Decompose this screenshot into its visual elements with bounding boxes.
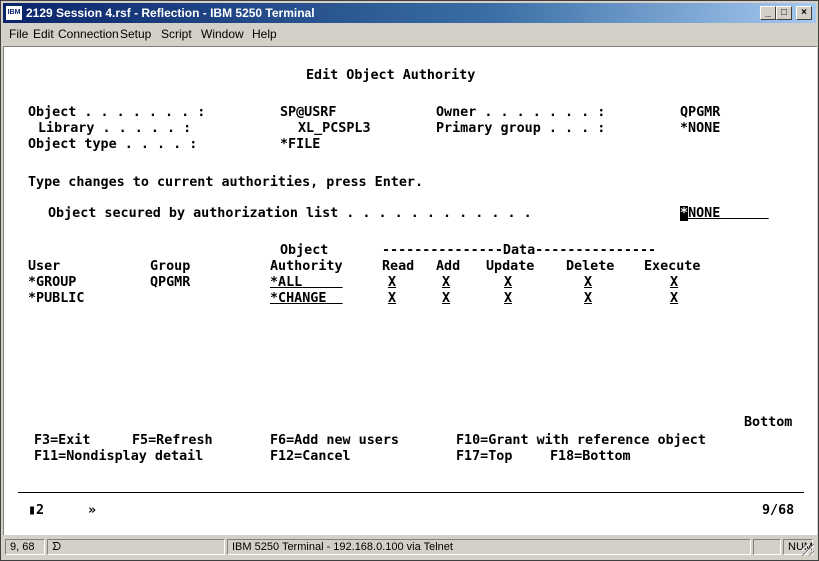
menu-help[interactable]: Help <box>252 27 277 41</box>
status-cursor-pos: 9, 68 <box>5 539 45 555</box>
maximize-button[interactable]: □ <box>776 6 792 20</box>
col-add: Add <box>436 259 461 274</box>
col-group: Group <box>150 259 191 274</box>
row1-group: QPGMR <box>150 275 191 290</box>
row1-read-field[interactable]: X <box>388 275 396 291</box>
row2-delete-field[interactable]: X <box>584 291 592 307</box>
row1-execute-field[interactable]: X <box>670 275 678 291</box>
oia-separator <box>18 492 804 493</box>
menu-setup[interactable]: Setup <box>120 27 151 41</box>
fkey-f12[interactable]: F12=Cancel <box>270 449 351 465</box>
menu-edit[interactable]: Edit <box>33 27 54 41</box>
col-delete: Delete <box>566 259 615 274</box>
fkey-f18[interactable]: F18=Bottom <box>550 449 631 465</box>
row1-user: *GROUP <box>28 275 77 290</box>
primary-group-value: *NONE <box>680 121 721 136</box>
terminal-screen[interactable]: Edit Object Authority Object . . . . . .… <box>3 46 817 535</box>
row1-delete-field[interactable]: X <box>584 275 592 291</box>
row1-update-field[interactable]: X <box>504 275 512 291</box>
col-read: Read <box>382 259 415 274</box>
close-button[interactable]: × <box>796 6 812 20</box>
fkey-f3[interactable]: F3=Exit <box>34 433 90 449</box>
resize-grip-icon[interactable] <box>802 544 814 556</box>
row2-authority-field[interactable]: *CHANGE <box>270 291 343 307</box>
object-type-label: Object type . . . . : <box>28 137 198 152</box>
library-value: XL_PCSPL3 <box>298 121 371 136</box>
col-user: User <box>28 259 61 274</box>
auth-list-value: NONE <box>688 206 721 221</box>
status-bar: 9, 68 ᗤ IBM 5250 Terminal - 192.168.0.10… <box>3 537 816 558</box>
fkey-f10[interactable]: F10=Grant with reference object <box>456 433 706 449</box>
col-update: Update <box>486 259 535 274</box>
oia-indicator-icon: ▮2 <box>28 503 45 518</box>
screen-heading: Edit Object Authority <box>306 68 476 83</box>
auth-list-label: Object secured by authorization list . .… <box>48 206 532 221</box>
menu-file[interactable]: File <box>9 27 28 41</box>
bottom-indicator: Bottom <box>744 415 793 430</box>
object-label: Object . . . . . . . : <box>28 105 206 120</box>
header-data: ---------------Data--------------- <box>382 243 657 258</box>
object-type-value: *FILE <box>280 137 321 152</box>
minimize-button[interactable]: _ <box>760 6 776 20</box>
status-connection-text: IBM 5250 Terminal - 192.168.0.100 via Te… <box>227 539 751 555</box>
menu-window[interactable]: Window <box>201 27 244 41</box>
status-connection-icon: ᗤ <box>47 539 225 555</box>
fkey-f17[interactable]: F17=Top <box>456 449 512 465</box>
oia-cursor-position: 9/68 <box>762 503 795 518</box>
terminal-window: IBM 2129 Session 4.rsf - Reflection - IB… <box>0 0 819 561</box>
row2-read-field[interactable]: X <box>388 291 396 307</box>
window-title: 2129 Session 4.rsf - Reflection - IBM 52… <box>26 6 315 20</box>
owner-label: Owner . . . . . . . : <box>436 105 606 120</box>
header-object: Object <box>280 243 329 258</box>
row1-authority-field[interactable]: *ALL <box>270 275 343 291</box>
text-cursor: * <box>680 206 689 221</box>
primary-group-label: Primary group . . . : <box>436 121 606 136</box>
menu-script[interactable]: Script <box>161 27 192 41</box>
status-empty-panel <box>753 539 781 555</box>
fkey-f11[interactable]: F11=Nondisplay detail <box>34 449 203 465</box>
owner-value: QPGMR <box>680 105 721 120</box>
col-authority: Authority <box>270 259 343 274</box>
object-value: SP@USRF <box>280 105 337 120</box>
row2-update-field[interactable]: X <box>504 291 512 307</box>
row2-execute-field[interactable]: X <box>670 291 678 307</box>
menu-bar: File Edit Connection Setup Script Window… <box>3 24 816 43</box>
row2-user: *PUBLIC <box>28 291 85 306</box>
auth-list-field[interactable]: *NONE <box>680 206 769 222</box>
row1-add-field[interactable]: X <box>442 275 450 291</box>
instruction-text: Type changes to current authorities, pre… <box>28 175 424 190</box>
menu-connection[interactable]: Connection <box>58 27 119 41</box>
fkey-f5[interactable]: F5=Refresh <box>132 433 213 449</box>
title-bar[interactable]: IBM 2129 Session 4.rsf - Reflection - IB… <box>3 3 816 23</box>
row2-add-field[interactable]: X <box>442 291 450 307</box>
fkey-f6[interactable]: F6=Add new users <box>270 433 399 449</box>
col-execute: Execute <box>644 259 701 274</box>
oia-arrow-icon: » <box>88 503 97 518</box>
app-icon[interactable]: IBM <box>6 6 22 20</box>
library-label: Library . . . . . : <box>38 121 192 136</box>
